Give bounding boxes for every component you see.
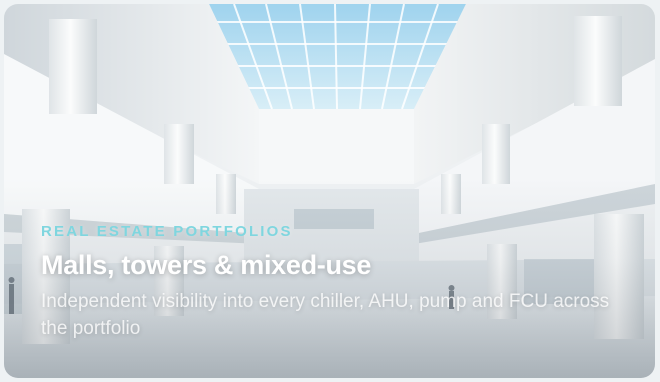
portfolio-card[interactable]: REAL ESTATE PORTFOLIOS Malls, towers & m… (4, 4, 655, 378)
card-content: REAL ESTATE PORTFOLIOS Malls, towers & m… (41, 222, 631, 342)
card-eyebrow: REAL ESTATE PORTFOLIOS (41, 223, 293, 240)
card-title: Malls, towers & mixed-use (41, 250, 372, 280)
card-description: Independent visibility into every chille… (41, 291, 610, 339)
